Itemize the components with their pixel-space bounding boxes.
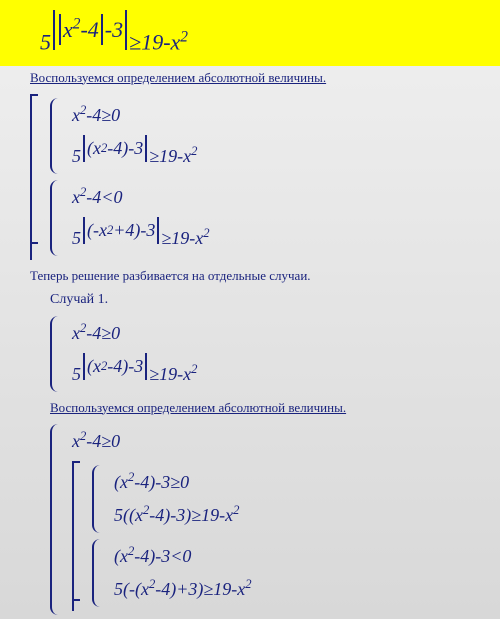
hint-absolute-value-1: Воспользуемся определением абсолютной ве… (0, 66, 500, 90)
inequality: 5(x2-4)-3≥19-x2 (72, 353, 197, 388)
curly-bracket-icon (92, 465, 104, 533)
inequality: 5(-x2+4)-3≥19-x2 (72, 217, 210, 252)
condition: x2-4<0 (72, 184, 210, 211)
inequality: 5(-(x2-4)+3)≥19-x2 (114, 576, 252, 603)
split-into-cases-text: Теперь решение разбивается на отдельные … (0, 264, 500, 288)
condition: (x2-4)-3≥0 (114, 469, 239, 496)
curly-bracket-icon (50, 316, 62, 392)
condition: (x2-4)-3<0 (114, 543, 252, 570)
hint-absolute-value-2: Воспользуемся определением абсолютной ве… (0, 396, 500, 420)
curly-bracket-icon (92, 539, 104, 607)
inequality: 5((x2-4)-3)≥19-x2 (114, 502, 239, 529)
curly-bracket-icon (50, 180, 62, 256)
case-1-expanded-system: x2-4≥0 (x2-4)-3≥0 5((x2-4)-3)≥19-x2 (0, 420, 500, 619)
curly-bracket-icon (50, 98, 62, 174)
case-1-label: Случай 1. (0, 288, 500, 312)
condition: x2-4≥0 (72, 428, 252, 455)
inequality: 5(x2-4)-3≥19-x2 (72, 135, 197, 170)
main-inequality: 5x2-4-3≥19-x2 (0, 0, 500, 66)
case-1-system: x2-4≥0 5(x2-4)-3≥19-x2 (0, 312, 500, 396)
curly-bracket-icon (50, 424, 62, 615)
union-system-1: x2-4≥0 5(x2-4)-3≥19-x2 x2-4<0 5(-x2+4)-3… (0, 90, 500, 264)
square-bracket-icon (30, 94, 40, 260)
condition: x2-4≥0 (72, 102, 197, 129)
condition: x2-4≥0 (72, 320, 197, 347)
square-bracket-icon (72, 461, 82, 611)
